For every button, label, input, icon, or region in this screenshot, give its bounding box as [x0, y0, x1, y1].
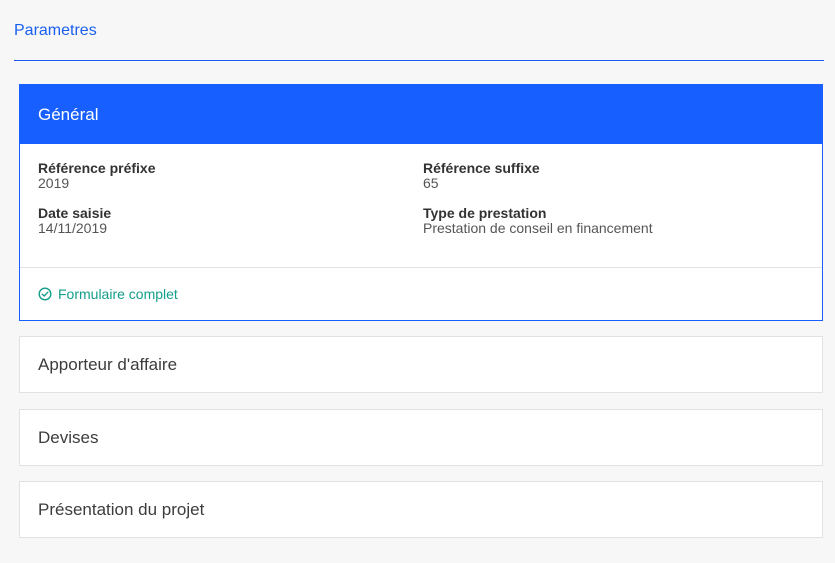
field-date-saisie: Date saisie 14/11/2019: [38, 206, 111, 236]
field-value: 65: [423, 175, 439, 191]
card-devises[interactable]: Devises: [19, 409, 823, 466]
field-value: Prestation de conseil en financement: [423, 220, 653, 236]
parametres-page: Parametres Général Référence préfixe 201…: [0, 0, 835, 563]
form-status: Formulaire complet: [20, 268, 822, 320]
field-label: Date saisie: [38, 205, 112, 221]
field-reference-suffixe: Référence suffixe 65: [423, 161, 540, 191]
form-status-text: Formulaire complet: [58, 286, 178, 302]
card-label: Devises: [38, 427, 99, 447]
field-reference-prefixe: Référence préfixe 2019: [38, 161, 156, 191]
card-label: Apporteur d'affaire: [38, 354, 178, 374]
page-title: Parametres: [14, 22, 97, 39]
field-label: Type de prestation: [423, 205, 547, 221]
field-value: 14/11/2019: [38, 220, 108, 236]
card-general-body: Référence préfixe 2019 Référence suffixe…: [20, 144, 822, 268]
card-presentation-projet[interactable]: Présentation du projet: [19, 481, 823, 538]
card-general-header[interactable]: Général: [20, 85, 822, 144]
field-value: 2019: [38, 175, 70, 191]
card-general: Général Référence préfixe 2019 Référence…: [19, 84, 823, 321]
card-apporteur-affaire[interactable]: Apporteur d'affaire: [19, 336, 823, 393]
field-type-prestation: Type de prestation Prestation de conseil…: [423, 206, 653, 236]
card-label: Présentation du projet: [38, 499, 205, 519]
check-circle-icon: [38, 287, 52, 301]
field-label: Référence suffixe: [423, 160, 540, 176]
field-label: Référence préfixe: [38, 160, 156, 176]
title-divider: [14, 60, 824, 61]
